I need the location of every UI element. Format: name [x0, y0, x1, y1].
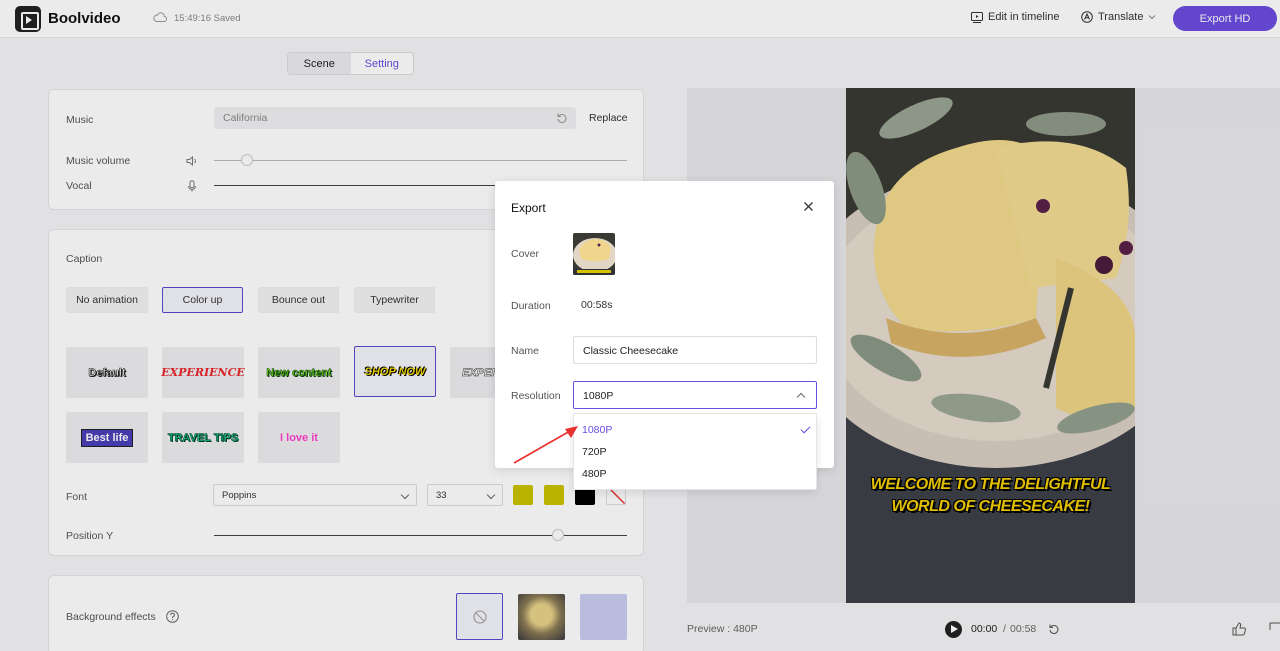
resolution-select[interactable]: 1080P [573, 381, 817, 409]
resolution-option-1080p[interactable]: 1080P [574, 419, 818, 441]
export-dialog-title: Export [511, 201, 546, 215]
resolution-dropdown: 1080P 720P 480P [573, 413, 817, 490]
cover-thumbnail[interactable] [573, 233, 615, 275]
check-icon [800, 423, 811, 434]
option-label: 1080P [582, 424, 613, 436]
duration-label: Duration [511, 300, 551, 312]
duration-value: 00:58s [581, 299, 613, 311]
name-label: Name [511, 345, 540, 357]
close-icon[interactable] [802, 200, 815, 213]
resolution-option-480p[interactable]: 480P [574, 463, 818, 485]
resolution-value: 1080P [583, 390, 614, 402]
resolution-label: Resolution [511, 390, 561, 402]
option-label: 720P [582, 446, 607, 458]
annotation-arrow-icon [513, 426, 578, 464]
name-input[interactable]: Classic Cheesecake [573, 336, 817, 364]
chevron-up-icon [796, 392, 806, 402]
resolution-option-720p[interactable]: 720P [574, 441, 818, 463]
option-label: 480P [582, 468, 607, 480]
cover-label: Cover [511, 248, 540, 260]
cover-image [573, 233, 615, 275]
